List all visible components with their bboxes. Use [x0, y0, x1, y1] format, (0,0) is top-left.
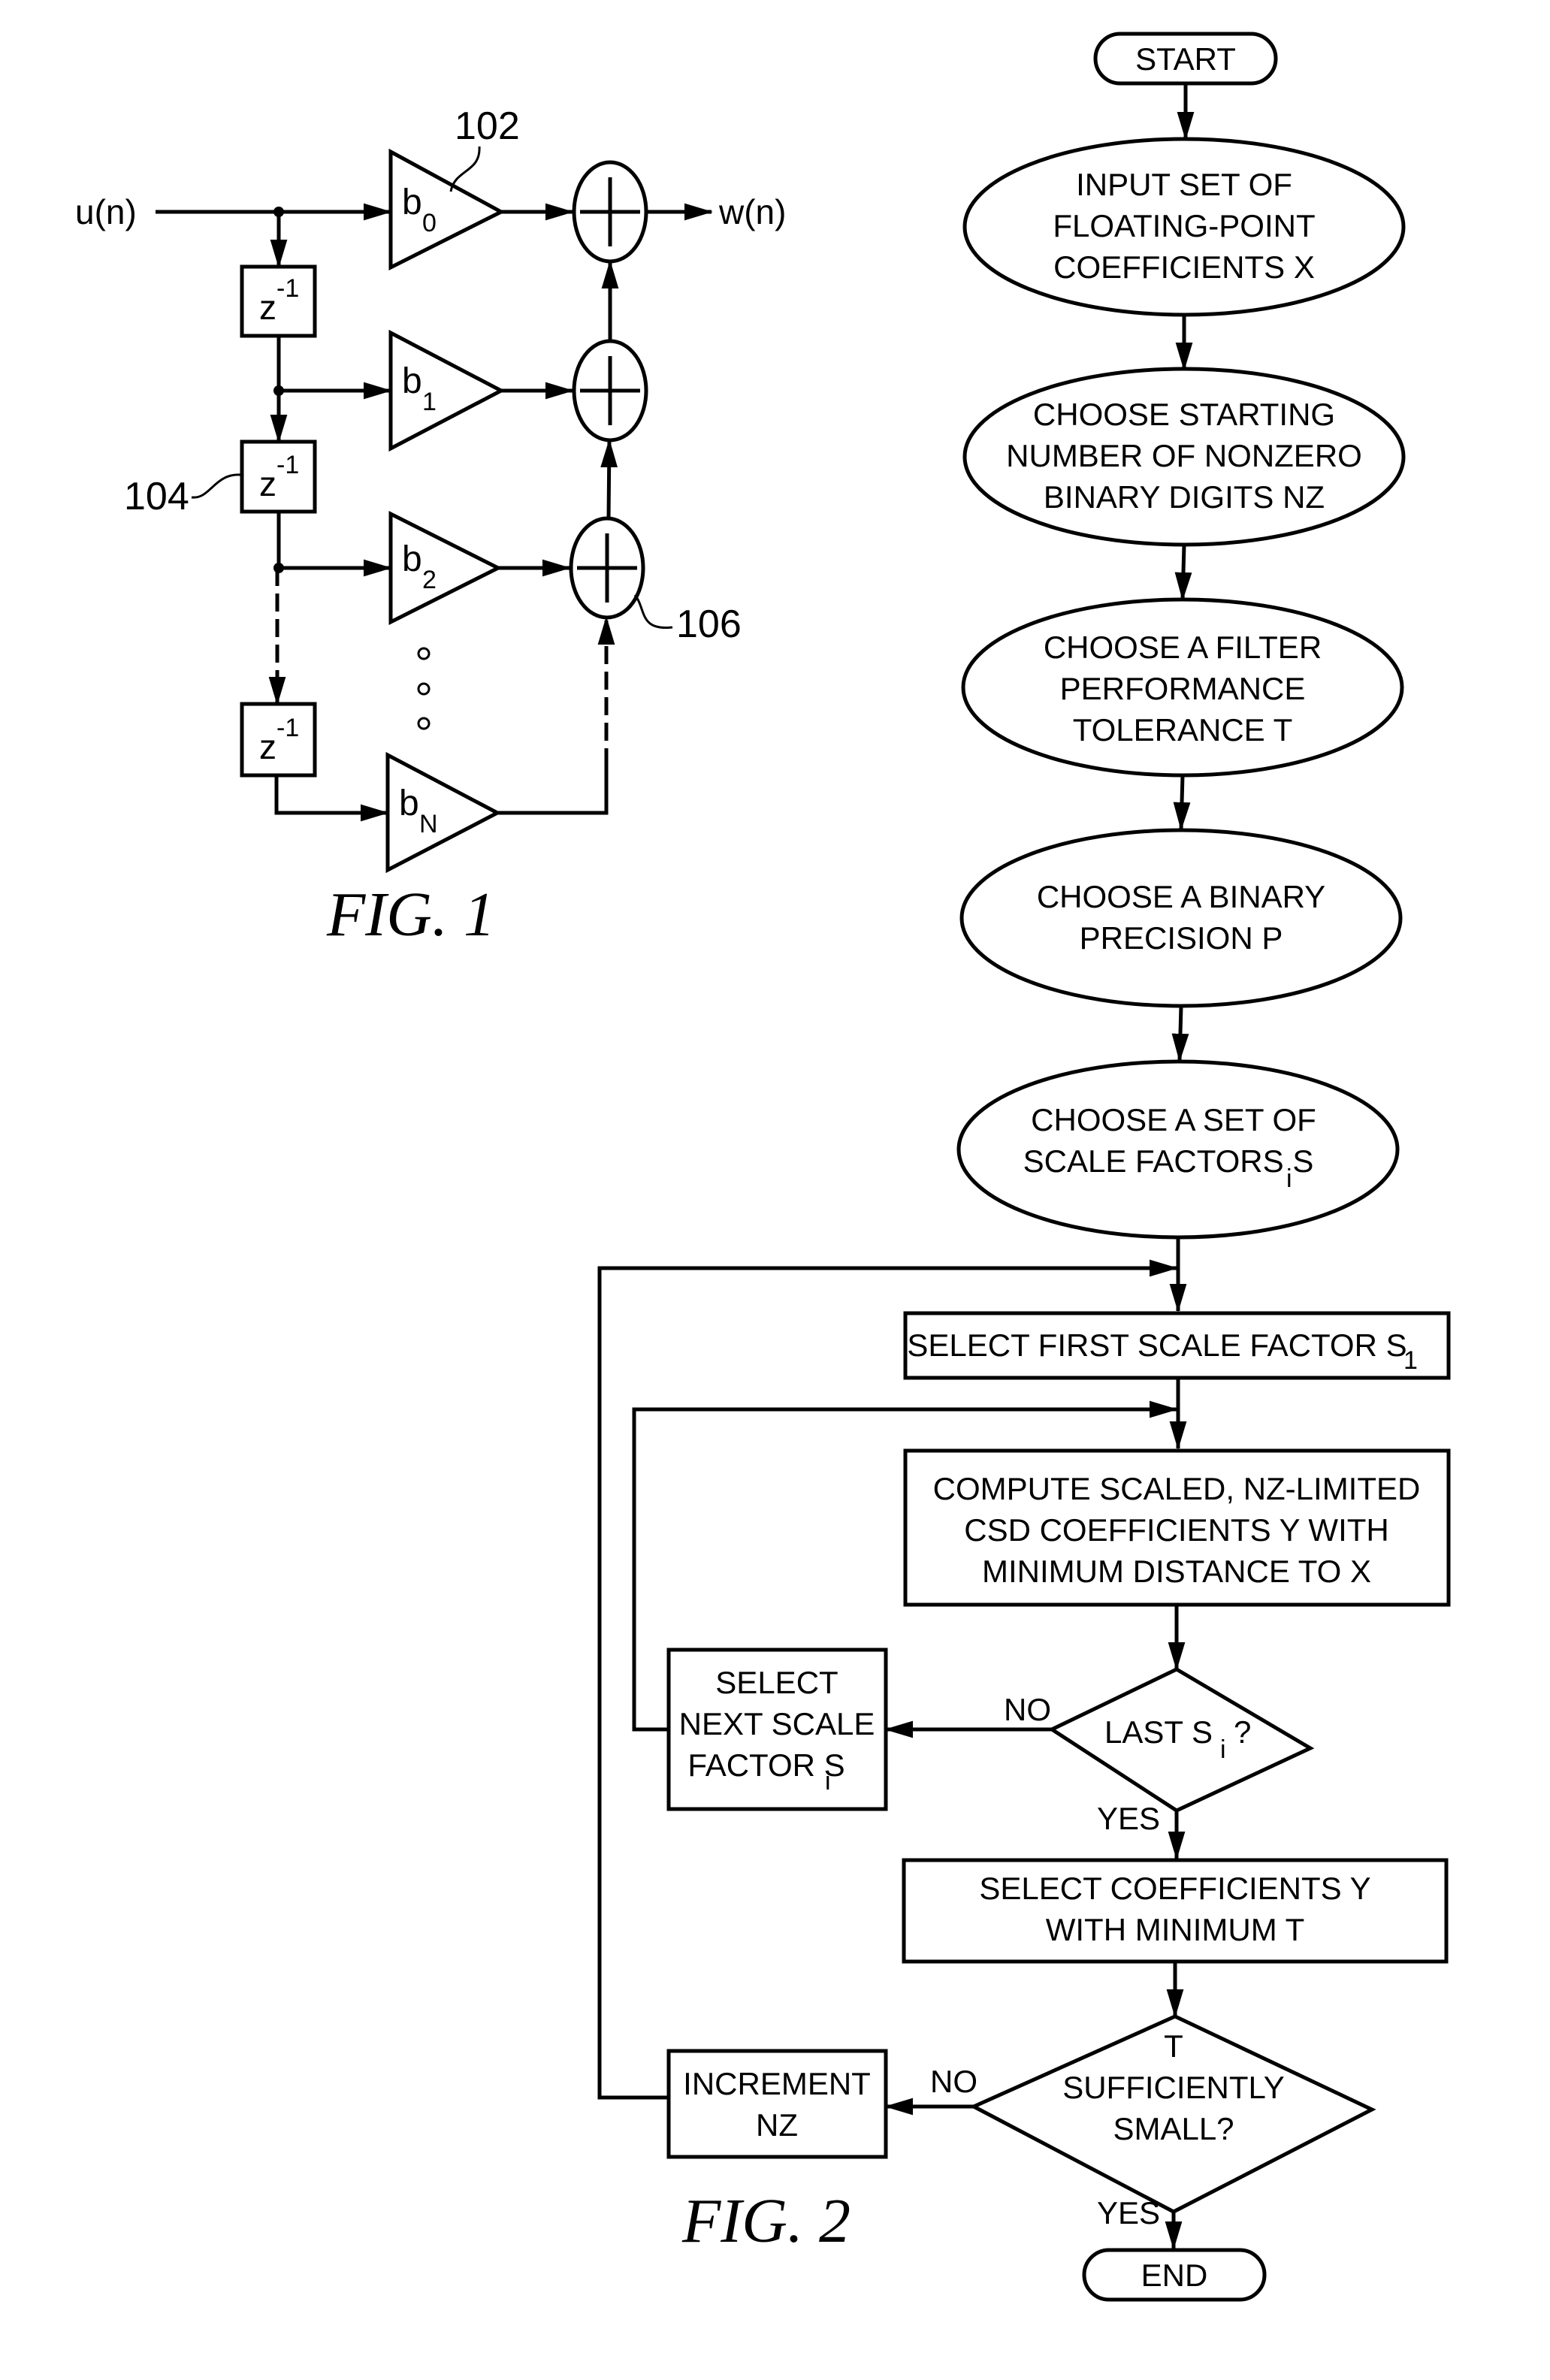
svg-text:PRECISION P: PRECISION P — [1080, 920, 1283, 956]
svg-text:PERFORMANCE: PERFORMANCE — [1060, 671, 1306, 706]
svg-text:T: T — [1164, 2028, 1183, 2064]
svg-text:END: END — [1141, 2258, 1208, 2293]
svg-text:FLOATING-POINT: FLOATING-POINT — [1053, 208, 1315, 243]
step-choose-tolerance: CHOOSE A FILTER PERFORMANCE TOLERANCE T — [961, 597, 1404, 778]
gain-b2: b 2 — [388, 510, 503, 626]
gain-b0: b 0 — [388, 148, 506, 271]
fig1-fir-filter-diagram: u(n) b 0 102 w(n) z -1 b 1 z -1 104 b 2 … — [75, 104, 786, 950]
branch-label-yes: YES — [1097, 2195, 1160, 2230]
svg-text:i: i — [825, 1767, 831, 1796]
ref-label-102: 102 — [455, 104, 520, 148]
step-select-first-scale: SELECT FIRST SCALE FACTOR S 1 — [903, 1311, 1451, 1380]
ellipsis-dot — [417, 647, 431, 660]
svg-text:WITH MINIMUM T: WITH MINIMUM T — [1046, 1912, 1305, 1947]
delay-1: z -1 — [240, 264, 317, 338]
fig2-caption: FIG. 2 — [681, 2186, 851, 2256]
svg-text:CHOOSE A BINARY: CHOOSE A BINARY — [1037, 879, 1325, 914]
svg-text:MINIMUM DISTANCE TO X: MINIMUM DISTANCE TO X — [982, 1554, 1371, 1589]
svg-text:i: i — [1286, 1164, 1292, 1193]
start-terminal: START — [1093, 32, 1278, 86]
svg-text:INPUT SET OF: INPUT SET OF — [1076, 167, 1292, 202]
svg-text:LAST S: LAST S — [1104, 1714, 1213, 1750]
step-select-coefficients: SELECT COEFFICIENTS Y WITH MINIMUM T — [902, 1858, 1449, 1964]
output-signal-label: w(n) — [718, 192, 786, 231]
fig1-caption: FIG. 1 — [326, 880, 495, 950]
svg-text:START: START — [1135, 41, 1236, 77]
adder-3 — [569, 516, 645, 620]
svg-text:CHOOSE STARTING: CHOOSE STARTING — [1033, 397, 1335, 432]
svg-text:COMPUTE SCALED, NZ-LIMITED: COMPUTE SCALED, NZ-LIMITED — [933, 1471, 1421, 1506]
patent-drawing-sheet: u(n) b 0 102 w(n) z -1 b 1 z -1 104 b 2 … — [75, 32, 1451, 2302]
svg-text:NZ: NZ — [756, 2107, 798, 2143]
end-terminal: END — [1082, 2248, 1267, 2302]
delay-n: z -1 — [240, 702, 317, 778]
gain-symbol: b — [402, 183, 422, 222]
gain-subscript: 0 — [422, 209, 437, 237]
gain-b1: b 1 — [388, 329, 506, 452]
decision-t-small: T SUFFICIENTLY SMALL? — [969, 2014, 1376, 2214]
svg-text:-1: -1 — [276, 714, 299, 742]
svg-text:CHOOSE A SET OF: CHOOSE A SET OF — [1031, 1102, 1316, 1137]
svg-text:-1: -1 — [276, 274, 299, 303]
svg-text:BINARY DIGITS NZ: BINARY DIGITS NZ — [1044, 479, 1325, 515]
gain-subscript: N — [419, 810, 438, 838]
svg-text:z: z — [259, 464, 276, 503]
adder-1 — [572, 160, 648, 264]
gain-symbol: b — [399, 784, 419, 823]
branch-label-yes: YES — [1097, 1801, 1160, 1836]
svg-text:SELECT: SELECT — [715, 1665, 838, 1700]
svg-text:COEFFICIENTS X: COEFFICIENTS X — [1053, 249, 1315, 285]
adder-2 — [572, 339, 648, 442]
svg-text:NEXT SCALE: NEXT SCALE — [679, 1706, 875, 1741]
gain-symbol: b — [402, 361, 422, 401]
branch-label-no: NO — [1004, 1692, 1051, 1727]
connector — [497, 766, 609, 815]
svg-text:?: ? — [1234, 1714, 1251, 1750]
svg-text:SCALE FACTORS S: SCALE FACTORS S — [1023, 1143, 1314, 1179]
ellipsis-dot — [417, 682, 431, 696]
step-choose-nz: CHOOSE STARTING NUMBER OF NONZERO BINARY… — [962, 367, 1406, 547]
svg-text:i: i — [1220, 1735, 1226, 1764]
svg-text:z: z — [259, 727, 276, 766]
gain-symbol: b — [402, 539, 422, 579]
svg-text:SMALL?: SMALL? — [1113, 2111, 1234, 2146]
ref-label-104: 104 — [124, 475, 189, 518]
step-select-next-scale: SELECT NEXT SCALE FACTOR S i — [666, 1648, 888, 1811]
leader-106 — [633, 594, 673, 630]
leader-104 — [191, 473, 241, 499]
svg-text:NUMBER OF NONZERO: NUMBER OF NONZERO — [1006, 438, 1362, 473]
input-signal-label: u(n) — [75, 192, 137, 231]
delay-2: z -1 — [240, 439, 317, 514]
flow-arrow — [1171, 1005, 1189, 1062]
ellipsis-dot — [417, 717, 431, 730]
svg-text:SELECT COEFFICIENTS Y: SELECT COEFFICIENTS Y — [979, 1871, 1370, 1906]
gain-subscript: 2 — [422, 566, 437, 594]
svg-text:CSD COEFFICIENTS Y WITH: CSD COEFFICIENTS Y WITH — [964, 1512, 1388, 1548]
svg-text:SELECT FIRST SCALE FACTOR S: SELECT FIRST SCALE FACTOR S — [907, 1327, 1406, 1363]
svg-text:1: 1 — [1403, 1346, 1418, 1375]
step-choose-scale-factors: CHOOSE A SET OF SCALE FACTORS S i — [956, 1059, 1400, 1240]
svg-text:FACTOR S: FACTOR S — [687, 1747, 844, 1783]
gain-subscript: 1 — [422, 388, 437, 416]
flow-arrow — [1174, 544, 1192, 601]
flow-arrow — [1173, 775, 1191, 831]
step-compute-csd: COMPUTE SCALED, NZ-LIMITED CSD COEFFICIE… — [903, 1448, 1451, 1607]
svg-text:SUFFICIENTLY: SUFFICIENTLY — [1062, 2070, 1285, 2105]
svg-text:CHOOSE A FILTER: CHOOSE A FILTER — [1044, 630, 1322, 665]
decision-last-scale: LAST S i ? — [1047, 1667, 1315, 1813]
ref-label-106: 106 — [676, 603, 742, 646]
svg-text:z: z — [259, 288, 276, 327]
step-input-coefficients: INPUT SET OF FLOATING-POINT COEFFICIENTS… — [962, 137, 1406, 317]
svg-text:INCREMENT: INCREMENT — [683, 2066, 871, 2101]
connector — [274, 775, 389, 822]
branch-label-no: NO — [930, 2064, 977, 2099]
step-choose-precision: CHOOSE A BINARY PRECISION P — [959, 828, 1403, 1008]
step-increment-nz: INCREMENT NZ — [666, 2049, 888, 2159]
fig2-flowchart: START INPUT SET OF FLOATING-POINT COEFFI… — [597, 32, 1451, 2302]
svg-text:-1: -1 — [276, 451, 299, 479]
svg-text:TOLERANCE T: TOLERANCE T — [1073, 712, 1293, 748]
gain-bn: b N — [385, 751, 502, 874]
